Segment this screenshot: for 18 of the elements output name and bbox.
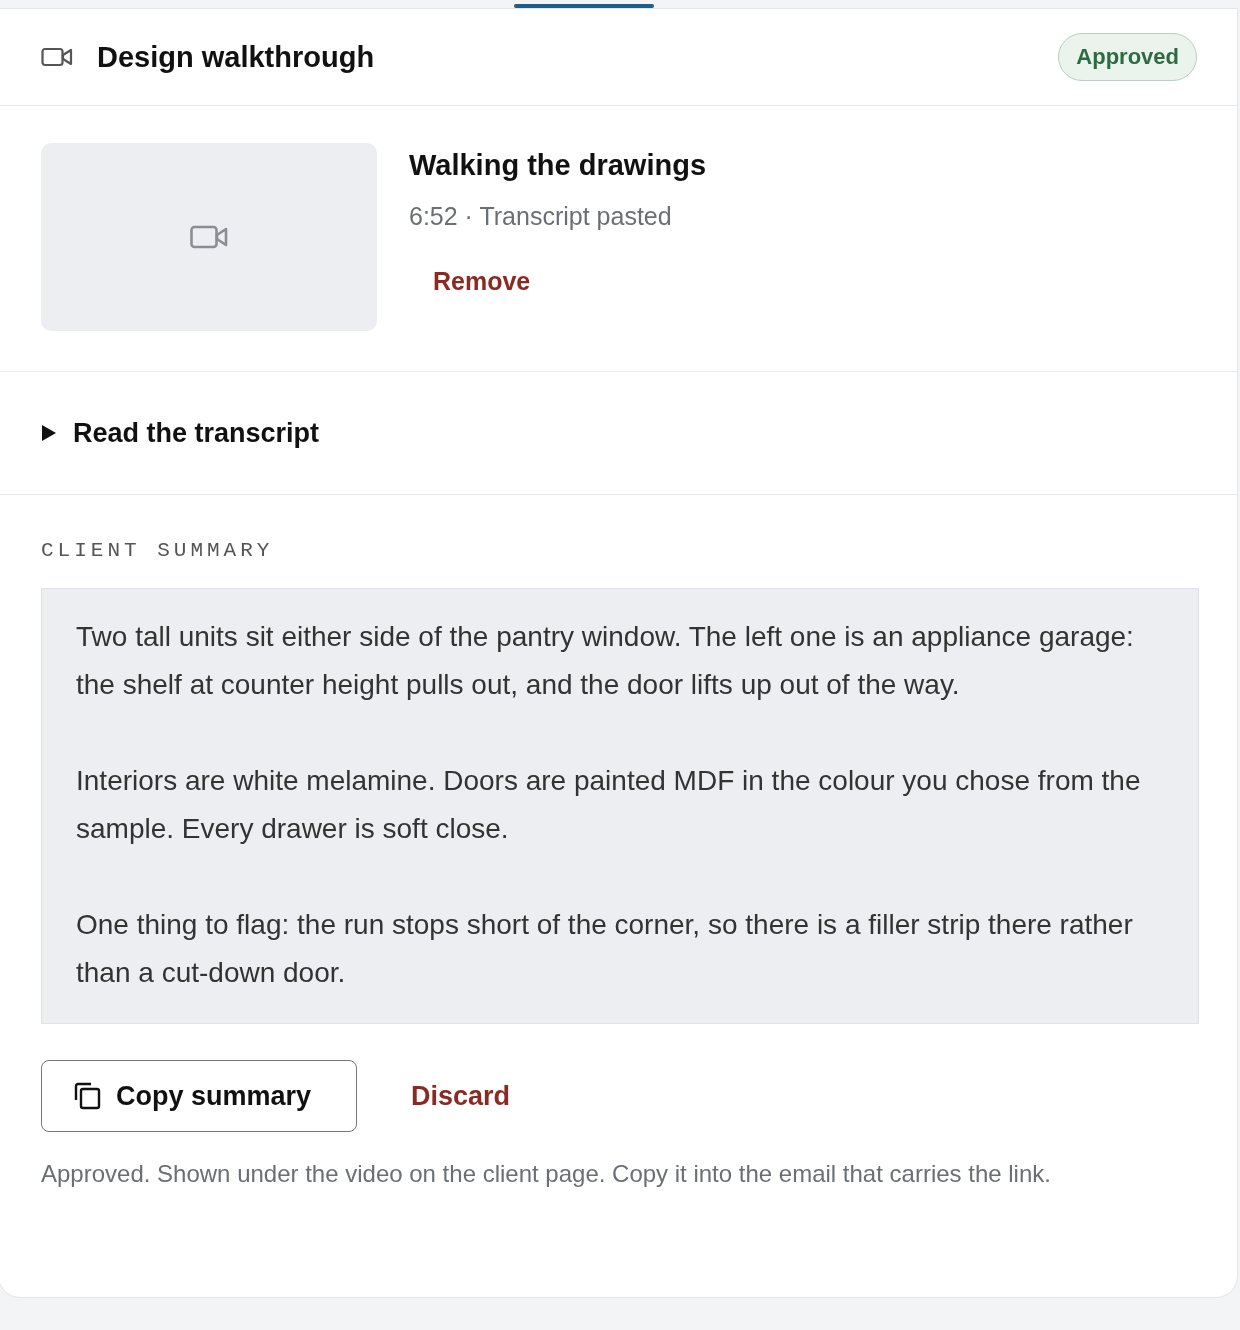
remove-button[interactable]: Remove [409, 259, 555, 304]
transcript-toggle[interactable]: Read the transcript [41, 417, 320, 449]
discard-button[interactable]: Discard [407, 1072, 515, 1120]
summary-paragraph: Interiors are white melamine. Doors are painted MDF in the colour you chose from the sample. Every drawer is soft close. [76, 764, 1142, 846]
summary-paragraph: One thing to flag: the run stops short of the corner, so there is a filler strip there rather than a cut-down door. [76, 908, 1134, 990]
video-title: Walking the drawings [409, 149, 706, 182]
video-camera-icon [190, 225, 228, 249]
section-label: CLIENT SUMMARY [41, 539, 275, 562]
triangle-icon [41, 424, 57, 442]
copy-icon [72, 1081, 102, 1111]
status-badge: Approved [1058, 33, 1197, 81]
video-camera-icon [41, 47, 73, 67]
summary-paragraph: Two tall units sit either side of the pantry window. The left one is an appliance garage: the shelf at counter height pulls out, and the door lifts up out of the way. [76, 620, 1135, 702]
section-title: Design walkthrough [97, 40, 376, 74]
help-text: Approved. Shown under the video on the client page. Copy it into the email that carries the link. [41, 1160, 1052, 1188]
video-meta: 6:52 · Transcript pasted [409, 202, 672, 231]
video-thumbnail[interactable] [41, 143, 377, 331]
copy-summary-button[interactable]: Copy summary [41, 1060, 357, 1132]
